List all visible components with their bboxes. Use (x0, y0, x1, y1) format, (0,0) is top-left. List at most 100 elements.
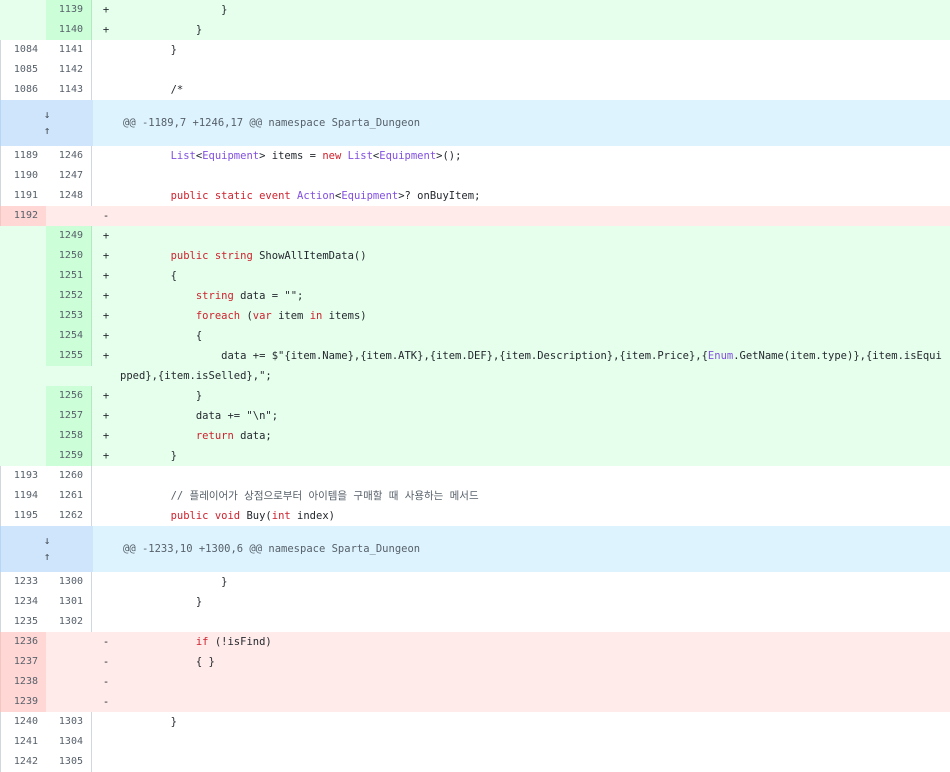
code-line: } (120, 24, 203, 36)
new-line-number[interactable]: 1260 (46, 466, 92, 486)
added-line: 1251 + { (0, 266, 950, 286)
new-line-number[interactable]: 1257 (46, 406, 92, 426)
old-line-number[interactable]: 1236 (0, 632, 46, 652)
expand-up-icon[interactable]: ↑ (44, 125, 51, 136)
old-line-number[interactable]: 1237 (0, 652, 46, 672)
context-line: 1191 1248 public static event Action<Equi… (0, 186, 950, 206)
diff-sign: + (102, 430, 110, 442)
diff-sign: + (102, 270, 110, 282)
hunk-header-text: @@ -1233,10 +1300,6 @@ namespace Sparta_… (123, 543, 421, 555)
context-line: 1235 1302 (0, 612, 950, 632)
code-line: { (120, 330, 203, 342)
added-line: 1249 + (0, 226, 950, 246)
diff-sign: - (102, 636, 110, 648)
diff-sign: - (102, 676, 110, 688)
expand-lines-control[interactable]: ↓ ↑ (0, 526, 93, 572)
code-line: { (120, 270, 177, 282)
new-line-number[interactable]: 1303 (46, 712, 92, 732)
diff-sign: + (102, 410, 110, 422)
added-line: 1252 + string data = ""; (0, 286, 950, 306)
code-line: } (120, 4, 228, 16)
hunk-header: ↓ ↑ @@ -1189,7 +1246,17 @@ namespace Spart… (0, 100, 950, 146)
old-line-number[interactable]: 1086 (0, 80, 46, 100)
context-line: 1084 1141 } (0, 40, 950, 60)
old-line-number[interactable]: 1192 (0, 206, 46, 226)
code-line: data += "\n"; (120, 410, 279, 422)
old-line-number[interactable]: 1085 (0, 60, 46, 80)
diff-sign: + (102, 24, 110, 36)
new-line-number[interactable]: 1249 (46, 226, 92, 246)
new-line-number[interactable]: 1258 (46, 426, 92, 446)
expand-lines-control[interactable]: ↓ ↑ (0, 100, 93, 146)
new-line-number[interactable]: 1259 (46, 446, 92, 466)
code-line: public static event Action<Equipment>? o… (170, 190, 481, 202)
old-line-number[interactable]: 1234 (0, 592, 46, 612)
new-line-number[interactable]: 1250 (46, 246, 92, 266)
new-line-number[interactable]: 1251 (46, 266, 92, 286)
expand-down-icon[interactable]: ↓ (44, 109, 51, 120)
context-line: 1193 1260 (0, 466, 950, 486)
new-line-number[interactable]: 1262 (46, 506, 92, 526)
new-line-number[interactable]: 1139 (46, 0, 92, 20)
old-line-number[interactable]: 1084 (0, 40, 46, 60)
code-line: } (120, 596, 203, 608)
added-line: 1250 + public string ShowAllItemData() (0, 246, 950, 266)
code-line: } (120, 716, 177, 728)
old-line-number[interactable]: 1233 (0, 572, 46, 592)
added-line: 1254 + { (0, 326, 950, 346)
old-line-number[interactable]: 1190 (0, 166, 46, 186)
context-line: 1189 1246 List<Equipment> items = new Lis… (0, 146, 950, 166)
new-line-number[interactable]: 1246 (46, 146, 92, 166)
diff-sign: + (102, 310, 110, 322)
old-line-number[interactable]: 1241 (0, 732, 46, 752)
hunk-header-text: @@ -1189,7 +1246,17 @@ namespace Sparta_… (123, 117, 421, 129)
context-line: 1190 1247 (0, 166, 950, 186)
code-line: List<Equipment> items = new List<Equipme… (170, 150, 462, 162)
removed-line: 1239 - (0, 692, 950, 712)
new-line-number[interactable]: 1300 (46, 572, 92, 592)
context-line: 1233 1300 } (0, 572, 950, 592)
old-line-number[interactable]: 1194 (0, 486, 46, 506)
new-line-number[interactable]: 1301 (46, 592, 92, 612)
new-line-number[interactable]: 1140 (46, 20, 92, 40)
diff-sign: + (102, 230, 110, 242)
new-line-number[interactable]: 1256 (46, 386, 92, 406)
new-line-number[interactable]: 1261 (46, 486, 92, 506)
old-line-number[interactable]: 1189 (0, 146, 46, 166)
expand-down-icon[interactable]: ↓ (44, 535, 51, 546)
expand-up-icon[interactable]: ↑ (44, 551, 51, 562)
new-line-number[interactable]: 1247 (46, 166, 92, 186)
new-line-number[interactable]: 1143 (46, 80, 92, 100)
new-line-number[interactable]: 1305 (46, 752, 92, 772)
new-line-number[interactable]: 1253 (46, 306, 92, 326)
old-line-number[interactable]: 1240 (0, 712, 46, 732)
old-line-number[interactable]: 1239 (0, 692, 46, 712)
new-line-number[interactable]: 1254 (46, 326, 92, 346)
added-line: 1257 + data += "\n"; (0, 406, 950, 426)
new-line-number[interactable]: 1255 (46, 346, 92, 366)
new-line-number[interactable]: 1142 (46, 60, 92, 80)
old-line-number[interactable]: 1238 (0, 672, 46, 692)
code-line: data += $"{item.Name},{item.ATK},{item.D… (120, 350, 942, 382)
diff-sign: + (102, 390, 110, 402)
diff-sign: - (102, 696, 110, 708)
new-line-number[interactable]: 1302 (46, 612, 92, 632)
code-line: string data = ""; (195, 290, 304, 302)
old-line-number[interactable]: 1191 (0, 186, 46, 206)
code-line: } (120, 44, 177, 56)
code-line: foreach (var item in items) (195, 310, 367, 322)
new-line-number[interactable]: 1304 (46, 732, 92, 752)
new-line-number[interactable]: 1252 (46, 286, 92, 306)
old-line-number[interactable]: 1235 (0, 612, 46, 632)
new-line-number[interactable]: 1141 (46, 40, 92, 60)
diff-sign: + (102, 330, 110, 342)
new-line-number[interactable]: 1248 (46, 186, 92, 206)
code-line: public void Buy(int index) (170, 510, 335, 522)
code-line: } (120, 450, 177, 462)
old-line-number[interactable]: 1195 (0, 506, 46, 526)
old-line-number[interactable]: 1242 (0, 752, 46, 772)
diff-sign: - (102, 656, 110, 668)
context-line: 1241 1304 (0, 732, 950, 752)
diff-sign: + (102, 450, 110, 462)
old-line-number[interactable]: 1193 (0, 466, 46, 486)
